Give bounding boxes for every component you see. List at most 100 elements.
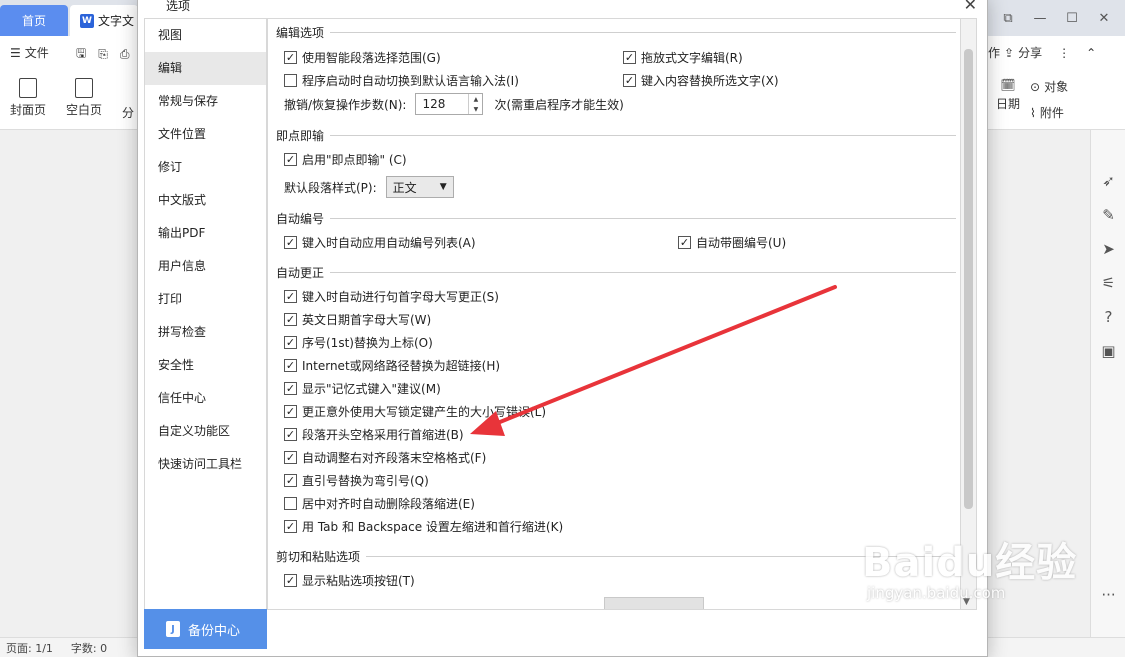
opt-auto-list[interactable]: ✓ 键入时自动应用自动编号列表(A) xyxy=(284,234,476,251)
page-count: 页面: 1/1 xyxy=(6,641,53,655)
checkbox[interactable]: ✓ xyxy=(623,51,636,64)
opt-show-paste-button[interactable]: ✓ 显示粘贴选项按钮(T) xyxy=(284,572,415,589)
nav-item-trust-center[interactable]: 信任中心 xyxy=(145,382,266,415)
nav-item-custom-ribbon[interactable]: 自定义功能区 xyxy=(145,415,266,448)
checkbox[interactable]: ✓ xyxy=(284,520,297,533)
nav-item-quick-access[interactable]: 快速访问工具栏 xyxy=(145,448,266,481)
help-icon[interactable]: ? xyxy=(1091,300,1125,334)
fen-label: 分 xyxy=(122,106,135,120)
blank-page-button[interactable]: 空白页 xyxy=(66,78,102,118)
tab-document[interactable]: W 文字文 xyxy=(70,5,138,36)
rocket-icon[interactable]: ➶ xyxy=(1091,164,1125,198)
opt-autocorrect[interactable]: ✓ 更正意外使用大写锁定键产生的大小写错误(L) xyxy=(284,403,546,420)
opt-autocorrect[interactable]: ✓ 用 Tab 和 Backspace 设置左缩进和首行缩进(K) xyxy=(284,518,563,535)
undo-steps-stepper[interactable]: 128 ▲ ▼ xyxy=(415,93,484,115)
nav-item-chinese-layout[interactable]: 中文版式 xyxy=(145,184,266,217)
opt-autocorrect[interactable]: ✓ 显示"记忆式键入"建议(M) xyxy=(284,380,441,397)
opt-label: 段落开头空格采用行首缩进(B) xyxy=(302,428,464,442)
opt-label: 自动带圈编号(U) xyxy=(696,236,787,250)
attach-button[interactable]: ⌇ 附件 xyxy=(1030,104,1064,121)
share-icon[interactable]: ⇪ xyxy=(1004,46,1014,60)
options-content: 编辑选项 ✓ 使用智能段落选择范围(G) ✓ 拖放式文字编辑(R) 程序启动时自动切… xyxy=(267,18,961,610)
watermark-brand: Baidu经验 xyxy=(862,540,1078,586)
checkbox[interactable]: ✓ xyxy=(284,290,297,303)
opt-type-replace[interactable]: ✓ 键入内容替换所选文字(X) xyxy=(623,72,779,89)
opt-autocorrect[interactable]: ✓ Internet或网络路径替换为超链接(H) xyxy=(284,357,500,374)
opt-autocorrect[interactable]: ✓ 序号(1st)替换为上标(O) xyxy=(284,334,433,351)
nav-item-revision[interactable]: 修订 xyxy=(145,151,266,184)
dialog-close-icon[interactable]: ✕ xyxy=(964,0,977,14)
more-icon[interactable]: ⋮ xyxy=(1058,46,1070,60)
image-icon[interactable]: ▣ xyxy=(1091,334,1125,368)
checkbox[interactable]: ✓ xyxy=(284,405,297,418)
backup-center-button[interactable]: J 备份中心 xyxy=(144,609,267,649)
checkbox[interactable]: ✓ xyxy=(284,153,297,166)
pen-icon[interactable]: ✎ xyxy=(1091,198,1125,232)
opt-smart-select[interactable]: ✓ 使用智能段落选择范围(G) xyxy=(284,49,441,66)
section-paste-title: 剪切和粘贴选项 xyxy=(276,550,361,564)
checkbox[interactable] xyxy=(284,74,297,87)
opt-drag-edit[interactable]: ✓ 拖放式文字编辑(R) xyxy=(623,49,743,66)
opt-auto-ime[interactable]: 程序启动时自动切换到默认语言输入法(I) xyxy=(284,72,519,89)
opt-autocorrect[interactable]: ✓ 键入时自动进行句首字母大写更正(S) xyxy=(284,288,499,305)
checkbox[interactable]: ✓ xyxy=(284,382,297,395)
nav-item-file-location[interactable]: 文件位置 xyxy=(145,118,266,151)
opt-autocorrect[interactable]: ✓ 英文日期首字母大写(W) xyxy=(284,311,431,328)
checkbox[interactable]: ✓ xyxy=(284,359,297,372)
nav-item-security[interactable]: 安全性 xyxy=(145,349,266,382)
checkbox[interactable]: ✓ xyxy=(284,474,297,487)
opt-autocorrect[interactable]: 居中对齐时自动删除段落缩进(E) xyxy=(284,495,475,512)
close-window-icon[interactable]: ✕ xyxy=(1095,11,1113,26)
tab-home[interactable]: 首页 xyxy=(0,5,68,36)
opt-enable-instant[interactable]: ✓ 启用"即点即输" (C) xyxy=(284,151,407,168)
nav-item-print[interactable]: 打印 xyxy=(145,283,266,316)
object-button[interactable]: ⊙ 对象 xyxy=(1030,78,1068,95)
checkbox[interactable]: ✓ xyxy=(284,574,297,587)
checkbox[interactable]: ✓ xyxy=(623,74,636,87)
share-button[interactable]: 分享 xyxy=(1018,44,1042,61)
opt-auto-circle[interactable]: ✓ 自动带圈编号(U) xyxy=(678,234,786,251)
maximize-icon[interactable]: ☐ xyxy=(1063,11,1081,26)
default-style-select[interactable]: 正文 ▼ xyxy=(385,176,454,198)
collapse-icon[interactable]: ⌃ xyxy=(1086,46,1096,60)
nav-item-user-info[interactable]: 用户信息 xyxy=(145,250,266,283)
nav-item-export-pdf[interactable]: 输出PDF xyxy=(145,217,266,250)
opt-autocorrect[interactable]: ✓ 自动调整右对齐段落末空格格式(F) xyxy=(284,449,486,466)
checkbox[interactable]: ✓ xyxy=(284,336,297,349)
checkbox[interactable]: ✓ xyxy=(678,236,691,249)
checkbox[interactable]: ✓ xyxy=(284,51,297,64)
copy-icon[interactable]: ⎘ xyxy=(98,47,108,62)
scrollbar-thumb[interactable] xyxy=(964,49,973,509)
save-icon[interactable]: 🖫 xyxy=(76,44,86,65)
opt-autocorrect[interactable]: ✓ 直引号替换为弯引号(Q) xyxy=(284,472,429,489)
checkbox[interactable]: ✓ xyxy=(284,428,297,441)
checkbox[interactable] xyxy=(284,497,297,510)
spin-up-icon[interactable]: ▲ xyxy=(469,94,482,104)
spin-down-icon[interactable]: ▼ xyxy=(469,104,482,114)
print-icon[interactable]: ⎙ xyxy=(120,47,130,62)
cursor-icon[interactable]: ➤ xyxy=(1091,232,1125,266)
nav-item-general-save[interactable]: 常规与保存 xyxy=(145,85,266,118)
checkbox[interactable]: ✓ xyxy=(284,236,297,249)
fen-button[interactable]: 分 xyxy=(122,104,134,121)
cover-page-button[interactable]: 封面页 xyxy=(10,78,46,118)
restore-icon[interactable]: ⧉ xyxy=(999,11,1017,26)
share-area: 作 ⇪ 分享 ⋮ ⌃ xyxy=(988,44,1096,61)
undo-steps-value[interactable]: 128 xyxy=(416,97,468,111)
cover-page-icon xyxy=(19,78,37,98)
checkbox[interactable]: ✓ xyxy=(284,451,297,464)
more-dots-icon[interactable]: ··· xyxy=(1091,578,1125,612)
sliders-icon[interactable]: ⚟ xyxy=(1091,266,1125,300)
undo-steps-note: 次(需重启程序才能生效) xyxy=(494,97,624,112)
nav-item-spell-check[interactable]: 拼写检查 xyxy=(145,316,266,349)
word-count: 字数: 0 xyxy=(70,641,108,655)
opt-paragraph-indent[interactable]: ✓ 段落开头空格采用行首缩进(B) xyxy=(284,426,464,443)
content-scrollbar[interactable]: ▼ xyxy=(961,18,977,610)
checkbox[interactable]: ✓ xyxy=(284,313,297,326)
minimize-icon[interactable]: — xyxy=(1031,11,1049,26)
date-button[interactable]: 🗓 日期 xyxy=(996,78,1020,112)
nav-item-view[interactable]: 视图 xyxy=(145,19,266,52)
paste-option-select[interactable] xyxy=(604,597,704,609)
nav-item-edit[interactable]: 编辑 xyxy=(145,52,266,85)
file-menu[interactable]: ☰ 文件 xyxy=(10,44,49,61)
